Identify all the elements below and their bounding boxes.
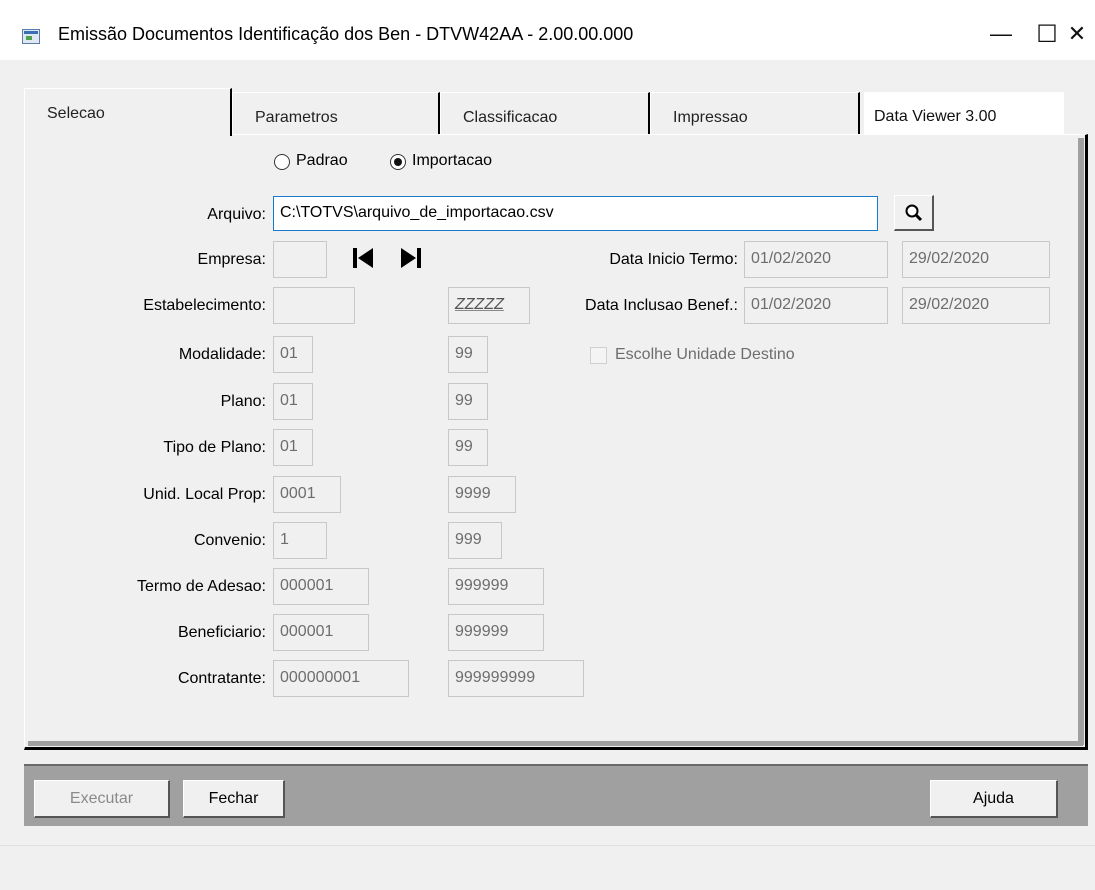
estabelecimento-to[interactable]: ZZZZZ (448, 287, 530, 324)
radio-padrao-label: Padrao (296, 152, 348, 169)
empresa-label: Empresa: (197, 251, 266, 268)
termo-de-adesao-from[interactable]: 000001 (273, 568, 369, 605)
contratante-from[interactable]: 000000001 (273, 660, 409, 697)
search-button[interactable] (894, 195, 934, 231)
tab-label: Selecao (47, 105, 105, 122)
executar-button[interactable]: Executar (34, 780, 170, 818)
beneficiario-from[interactable]: 000001 (273, 614, 369, 651)
tab-label: Classificacao (463, 109, 558, 126)
escolhe-unidade-checkbox[interactable] (590, 347, 607, 364)
data-inclusao-benef-to[interactable]: 29/02/2020 (902, 287, 1050, 324)
tab-parametros[interactable]: Parametros (232, 92, 440, 134)
tipo-de-plano-to[interactable]: 99 (448, 429, 488, 466)
last-record-icon (401, 248, 421, 268)
beneficiario-to[interactable]: 999999 (448, 614, 544, 651)
contratante-label: Contratante: (177, 670, 266, 687)
modalidade-label: Modalidade: (178, 346, 266, 363)
tipo-de-plano-from[interactable]: 01 (273, 429, 313, 466)
app-icon (22, 29, 40, 44)
data-inicio-termo-from[interactable]: 01/02/2020 (744, 241, 888, 278)
convenio-from[interactable]: 1 (273, 522, 327, 559)
modalidade-from[interactable]: 01 (273, 336, 313, 373)
unid-local-prop-to[interactable]: 9999 (448, 476, 516, 513)
plano-from[interactable]: 01 (273, 383, 313, 420)
tab-label: Data Viewer 3.00 (874, 108, 997, 125)
arquivo-input[interactable]: C:\TOTVS\arquivo_de_importacao.csv (273, 196, 878, 231)
termo-de-adesao-to[interactable]: 999999 (448, 568, 544, 605)
estabelecimento-from[interactable] (273, 287, 355, 324)
modalidade-to[interactable]: 99 (448, 336, 488, 373)
plano-to[interactable]: 99 (448, 383, 488, 420)
window-title: Emissão Documentos Identificação dos Ben… (58, 24, 634, 44)
tab-selecao[interactable]: Selecao (24, 88, 232, 136)
tab-data-viewer[interactable]: Data Viewer 3.00 (864, 92, 1064, 134)
convenio-to[interactable]: 999 (448, 522, 502, 559)
minimize-button[interactable]: — (978, 14, 1024, 54)
first-record-button[interactable] (346, 241, 380, 275)
data-inclusao-benef-from[interactable]: 01/02/2020 (744, 287, 888, 324)
panel-shadow (1078, 138, 1084, 745)
unid-local-prop-from[interactable]: 0001 (273, 476, 341, 513)
tab-label: Parametros (255, 109, 338, 126)
tab-label: Impressao (673, 109, 748, 126)
convenio-label: Convenio: (193, 532, 266, 549)
fechar-button[interactable]: Fechar (183, 780, 285, 818)
close-button[interactable]: ✕ (1062, 14, 1092, 54)
data-inclusao-benef-label: Data Inclusao Benef.: (585, 297, 738, 314)
last-record-button[interactable] (394, 241, 428, 275)
tab-classificacao[interactable]: Classificacao (440, 92, 650, 134)
status-bar (0, 845, 1095, 890)
plano-label: Plano: (220, 393, 266, 410)
ajuda-button[interactable]: Ajuda (930, 780, 1058, 818)
contratante-to[interactable]: 999999999 (448, 660, 584, 697)
panel-shadow (28, 741, 1083, 746)
data-inicio-termo-to[interactable]: 29/02/2020 (902, 241, 1050, 278)
tab-impressao[interactable]: Impressao (650, 92, 860, 134)
radio-padrao[interactable] (274, 154, 290, 170)
data-inicio-termo-label: Data Inicio Termo: (609, 251, 738, 268)
radio-importacao[interactable] (390, 154, 406, 170)
first-record-icon (353, 248, 373, 268)
unid-local-prop-label: Unid. Local Prop: (143, 486, 266, 503)
radio-importacao-label: Importacao (412, 152, 493, 169)
tipo-de-plano-label: Tipo de Plano: (163, 439, 266, 456)
empresa-input[interactable] (273, 241, 327, 278)
beneficiario-label: Beneficiario: (177, 624, 266, 641)
arquivo-label: Arquivo: (207, 206, 266, 223)
estabelecimento-label: Estabelecimento: (143, 297, 266, 314)
escolhe-unidade-label: Escolhe Unidade Destino (615, 346, 795, 363)
title-bar: Emissão Documentos Identificação dos Ben… (0, 0, 1095, 60)
magnifier-icon (905, 204, 922, 222)
termo-de-adesao-label: Termo de Adesao: (137, 578, 266, 595)
